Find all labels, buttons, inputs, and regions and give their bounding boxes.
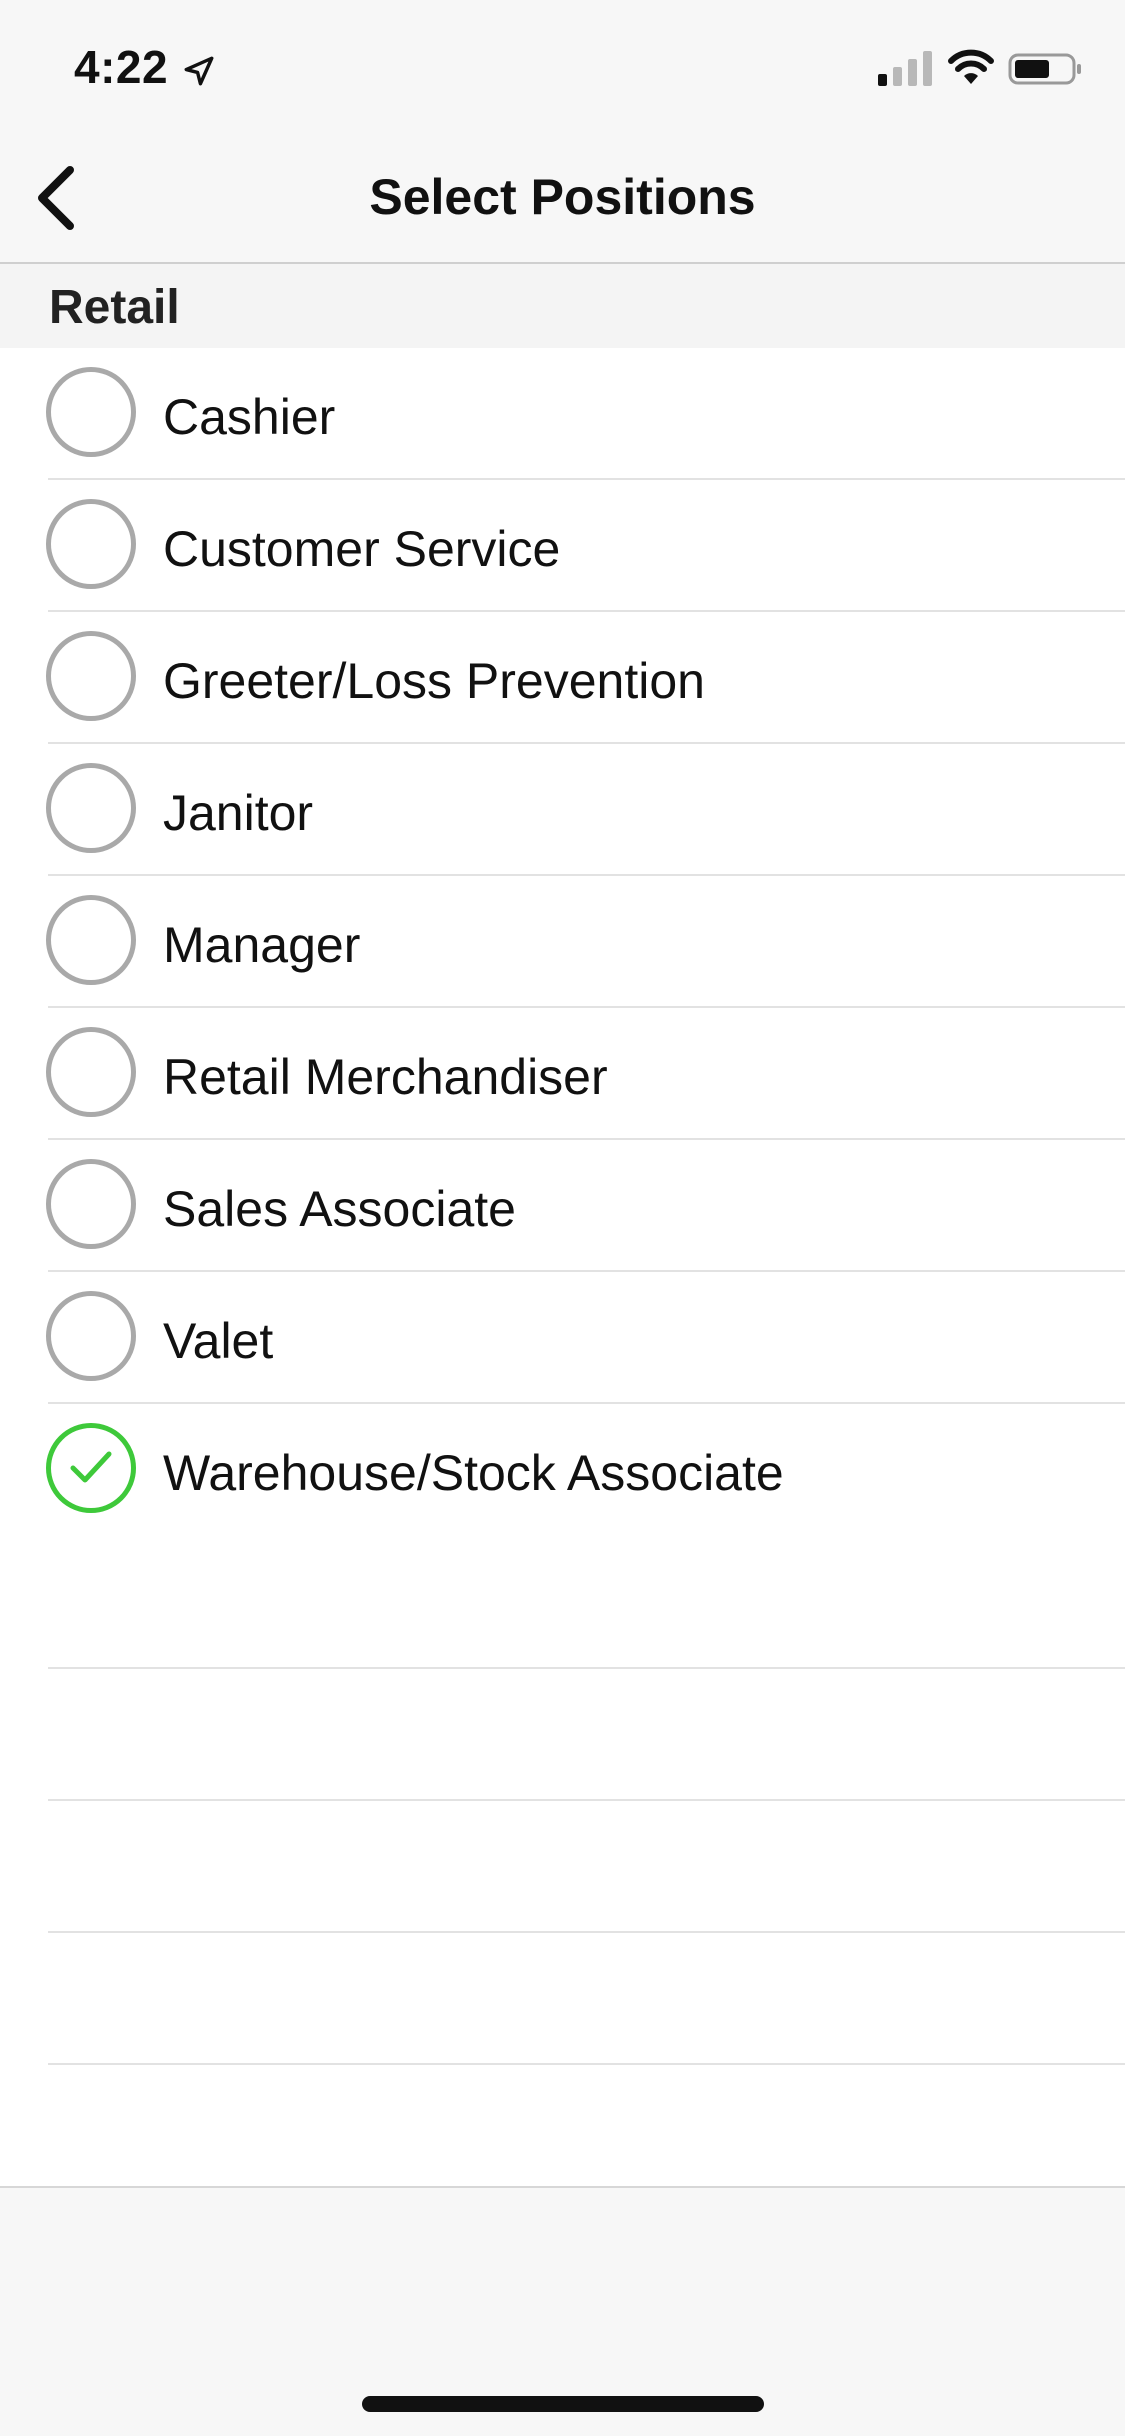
list-item-label: Cashier (163, 389, 336, 445)
list-item-label: Manager (163, 917, 361, 973)
radio-unselected-icon[interactable] (46, 895, 136, 985)
radio-unselected-icon[interactable] (46, 1159, 136, 1249)
list-item-label: Janitor (163, 785, 314, 841)
status-time: 4:22 (74, 41, 169, 93)
divider (48, 1799, 1125, 1801)
section-header: Retail (0, 264, 1125, 348)
list-item-retail-merchandiser[interactable]: Retail Merchandiser (0, 1008, 1125, 1140)
list-item-valet[interactable]: Valet (0, 1272, 1125, 1404)
list-item-label: Valet (163, 1313, 274, 1369)
radio-unselected-icon[interactable] (46, 367, 136, 457)
battery-icon (1008, 53, 1081, 85)
list-item-customer-service[interactable]: Customer Service (0, 480, 1125, 612)
divider (48, 1667, 1125, 1669)
checkmark-icon (70, 1451, 112, 1483)
page-title: Select Positions (369, 169, 756, 225)
list-item-label: Sales Associate (163, 1181, 516, 1237)
home-indicator[interactable] (362, 2396, 764, 2412)
list-item-label: Warehouse/Stock Associate (163, 1445, 784, 1501)
wifi-icon (948, 49, 994, 84)
divider (48, 2063, 1125, 2065)
location-arrow-icon (184, 56, 214, 86)
navigation-bar: Select Positions (0, 132, 1125, 264)
radio-unselected-icon[interactable] (46, 1291, 136, 1381)
list-item-manager[interactable]: Manager (0, 876, 1125, 1008)
list-item-cashier[interactable]: Cashier (0, 348, 1125, 480)
status-bar: 4:22 (0, 0, 1125, 132)
list-item-label: Greeter/Loss Prevention (163, 653, 705, 709)
positions-list: Cashier Customer Service Greeter/Loss Pr… (0, 348, 1125, 2188)
radio-unselected-icon[interactable] (46, 499, 136, 589)
radio-checked-icon[interactable] (46, 1423, 136, 1513)
divider (48, 1931, 1125, 1933)
list-item-greeter-loss-prevention[interactable]: Greeter/Loss Prevention (0, 612, 1125, 744)
list-item-label: Retail Merchandiser (163, 1049, 608, 1105)
radio-unselected-icon[interactable] (46, 631, 136, 721)
list-item-label: Customer Service (163, 521, 561, 577)
list-item-janitor[interactable]: Janitor (0, 744, 1125, 876)
list-item-sales-associate[interactable]: Sales Associate (0, 1140, 1125, 1272)
list-item-warehouse-stock-associate[interactable]: Warehouse/Stock Associate (0, 1404, 1125, 1536)
cellular-signal-icon (878, 51, 932, 86)
section-title: Retail (49, 281, 180, 334)
radio-unselected-icon[interactable] (46, 763, 136, 853)
radio-unselected-icon[interactable] (46, 1027, 136, 1117)
